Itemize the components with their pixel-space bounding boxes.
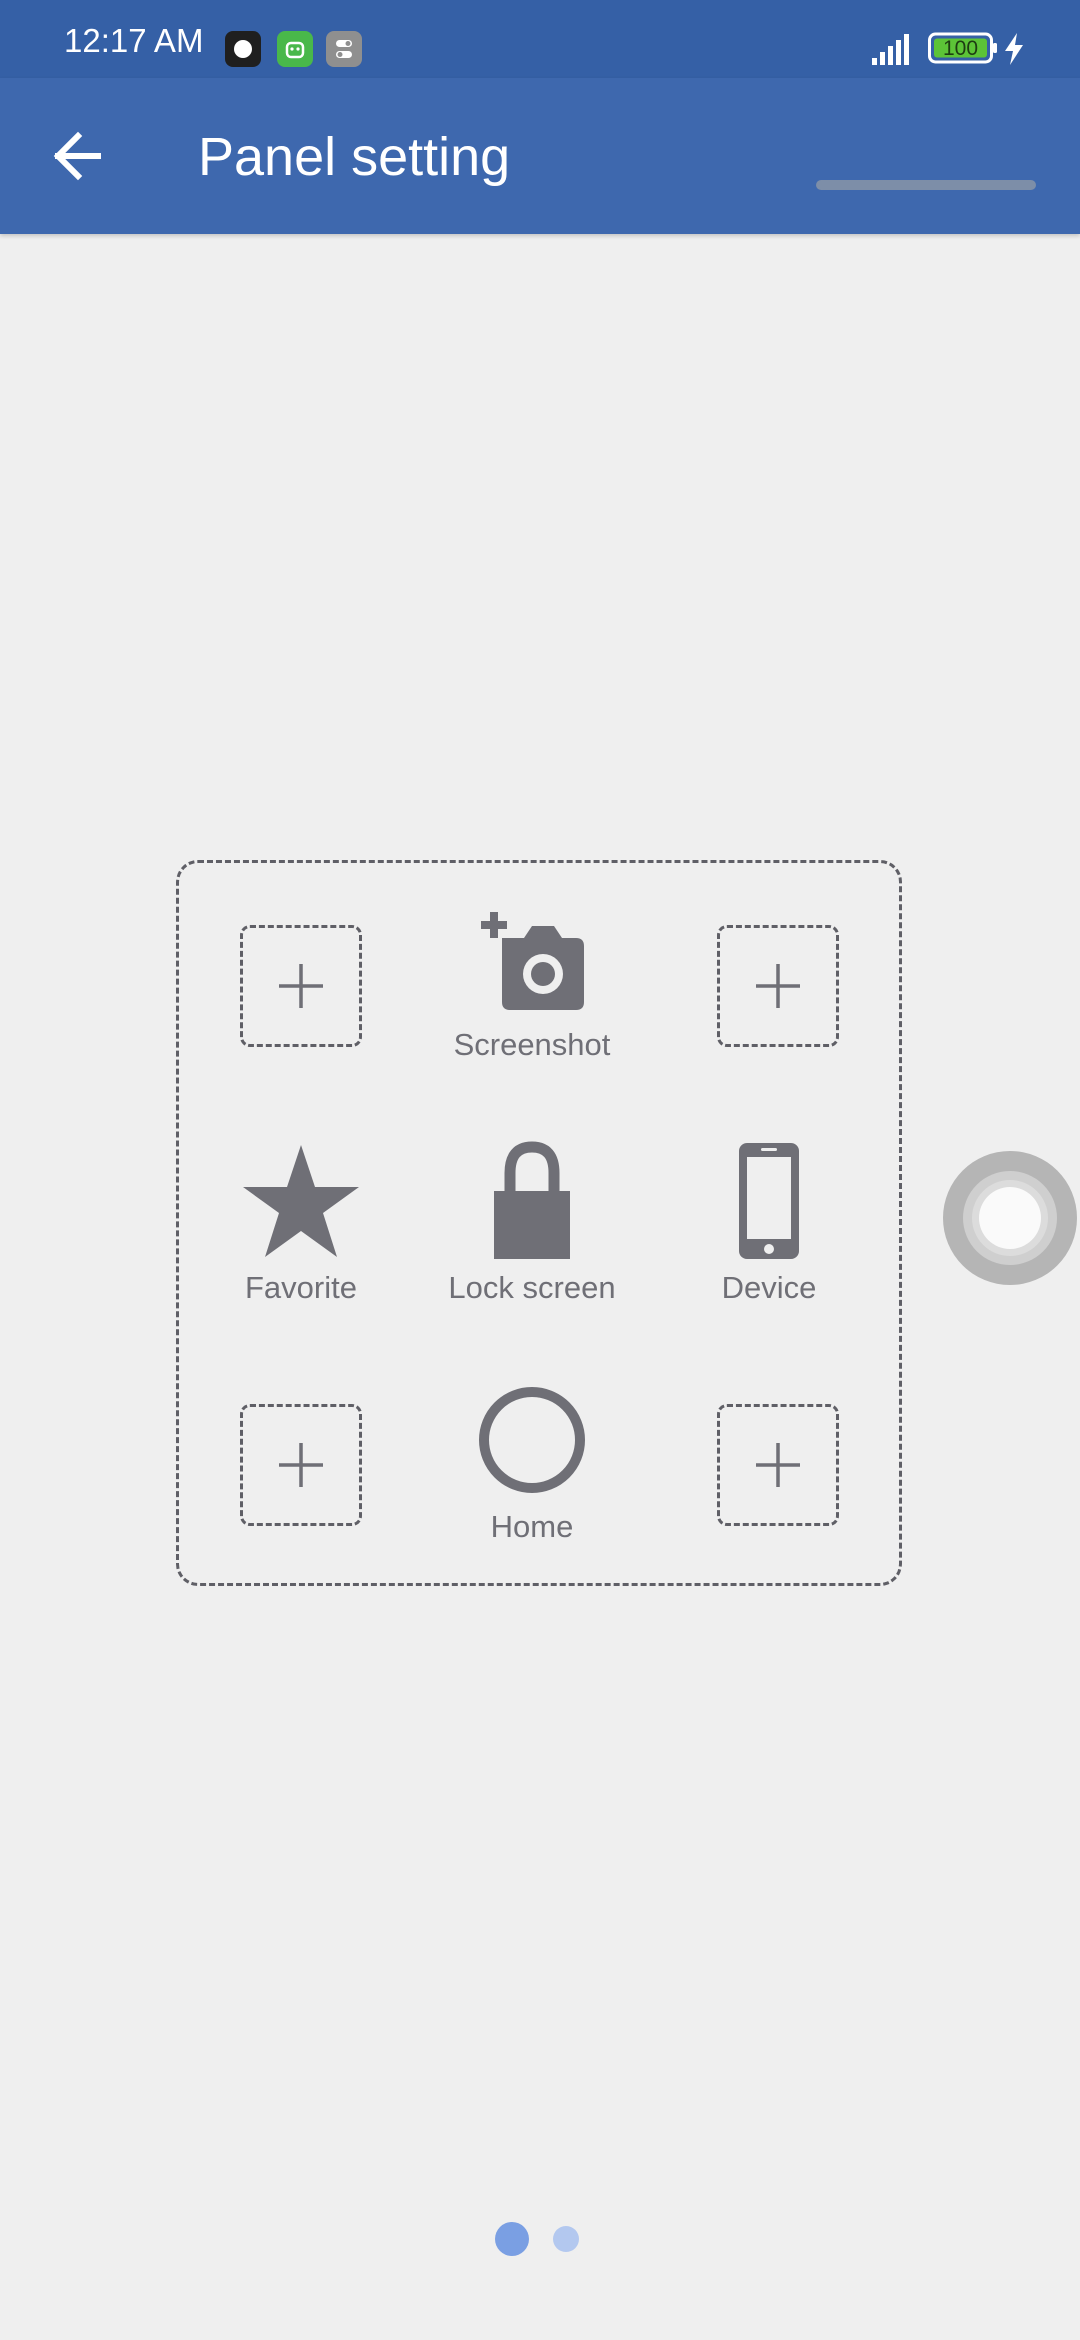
device-action[interactable]: Device (659, 1141, 879, 1305)
page-indicator (0, 2220, 1080, 2260)
panel-editor: Screenshot Favorite Lock screen Device H… (176, 860, 902, 1586)
app-toolbar: Panel setting (0, 78, 1080, 234)
home-action[interactable]: Home (422, 1380, 642, 1544)
screenshot-label: Screenshot (453, 1027, 611, 1062)
lock-icon (494, 1141, 570, 1259)
add-slot-bottom-right[interactable] (717, 1404, 839, 1526)
page-title: Panel setting (198, 127, 511, 187)
status-time: 12:17 AM (64, 22, 204, 59)
lock-screen-label: Lock screen (448, 1270, 616, 1305)
plus-icon (756, 1443, 800, 1487)
battery-icon: 100 (928, 31, 998, 65)
favorite-action[interactable]: Favorite (191, 1141, 411, 1305)
device-label: Device (721, 1270, 817, 1305)
add-slot-top-right[interactable] (717, 925, 839, 1047)
android-app-icon (277, 31, 313, 67)
star-icon (243, 1145, 359, 1257)
add-slot-top-left[interactable] (240, 925, 362, 1047)
plus-icon (279, 964, 323, 1008)
plus-icon (279, 1443, 323, 1487)
floating-ball-icon (943, 1151, 1077, 1285)
battery-level: 100 (942, 37, 979, 60)
charging-icon (1003, 33, 1025, 70)
favorite-label: Favorite (245, 1270, 357, 1305)
camera-plus-icon (481, 912, 584, 1010)
lock-screen-action[interactable]: Lock screen (422, 1141, 642, 1305)
signal-icon (872, 32, 914, 71)
page-dot-active[interactable] (495, 2222, 529, 2256)
plus-icon (756, 964, 800, 1008)
circle-icon (479, 1387, 585, 1493)
arrow-left-icon (53, 131, 101, 181)
back-button[interactable] (40, 118, 116, 194)
screenshot-action[interactable]: Screenshot (422, 908, 642, 1062)
add-slot-bottom-left[interactable] (240, 1404, 362, 1526)
pull-handle[interactable] (816, 180, 1036, 190)
floating-assistive-button[interactable] (943, 1151, 1077, 1285)
status-bar: 12:17 AM 100 (0, 0, 1080, 78)
record-icon (225, 31, 261, 67)
phone-icon (739, 1143, 799, 1259)
page-dot-inactive[interactable] (553, 2226, 579, 2252)
home-label: Home (490, 1509, 574, 1544)
toggle-app-icon (326, 31, 362, 67)
